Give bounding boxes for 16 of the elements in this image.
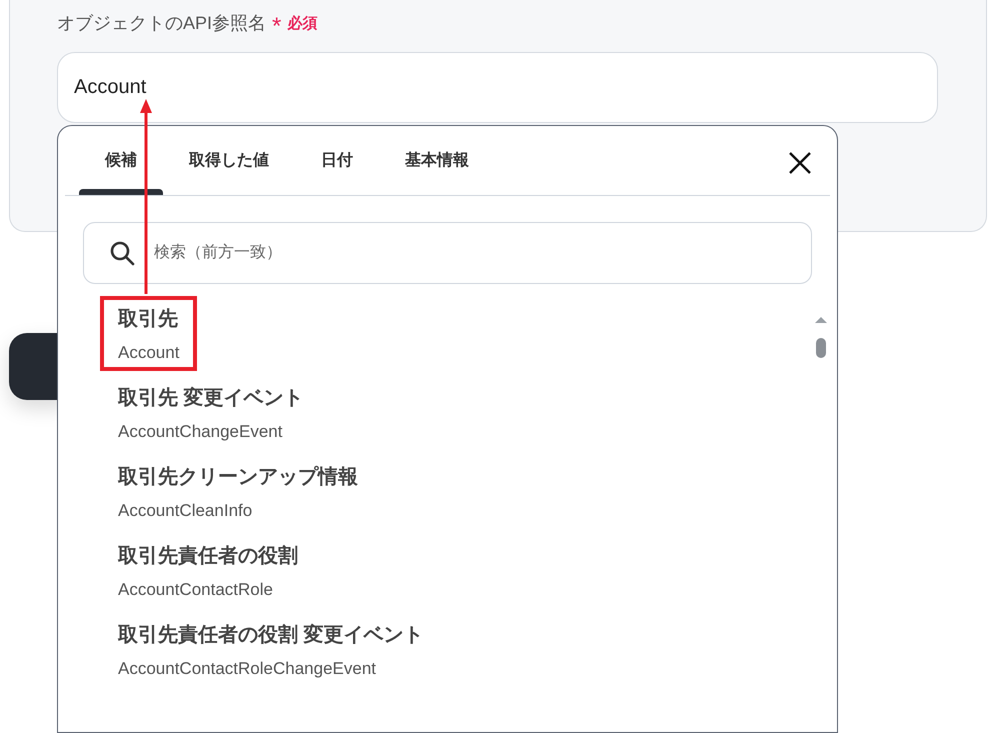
input-field[interactable]: Account bbox=[57, 52, 938, 123]
search-icon bbox=[109, 240, 135, 266]
required-label: 必須 bbox=[287, 14, 318, 32]
scrollbar[interactable] bbox=[815, 314, 827, 358]
list-item[interactable]: 取引先責任者の役割 変更イベント AccountContactRoleChangeEvent bbox=[100, 612, 442, 687]
list-item[interactable]: 取引先責任者の役割 AccountContactRole bbox=[100, 533, 316, 608]
required-mark: * bbox=[272, 12, 282, 36]
tab[interactable]: 取得した値 bbox=[163, 126, 295, 195]
field-label: オブジェクトのAPI参照名 bbox=[57, 12, 266, 35]
search-field[interactable]: 検索（前方一致） bbox=[83, 222, 812, 284]
close-icon[interactable] bbox=[787, 150, 813, 176]
tab[interactable]: 日付 bbox=[295, 126, 379, 195]
list-item[interactable]: 取引先 Account bbox=[100, 296, 198, 371]
list-item[interactable]: 取引先 変更イベント AccountChangeEvent bbox=[100, 375, 322, 450]
tab[interactable]: 基本情報 bbox=[379, 126, 495, 195]
list-item[interactable]: 取引先クリーンアップ情報 AccountCleanInfo bbox=[100, 454, 376, 529]
